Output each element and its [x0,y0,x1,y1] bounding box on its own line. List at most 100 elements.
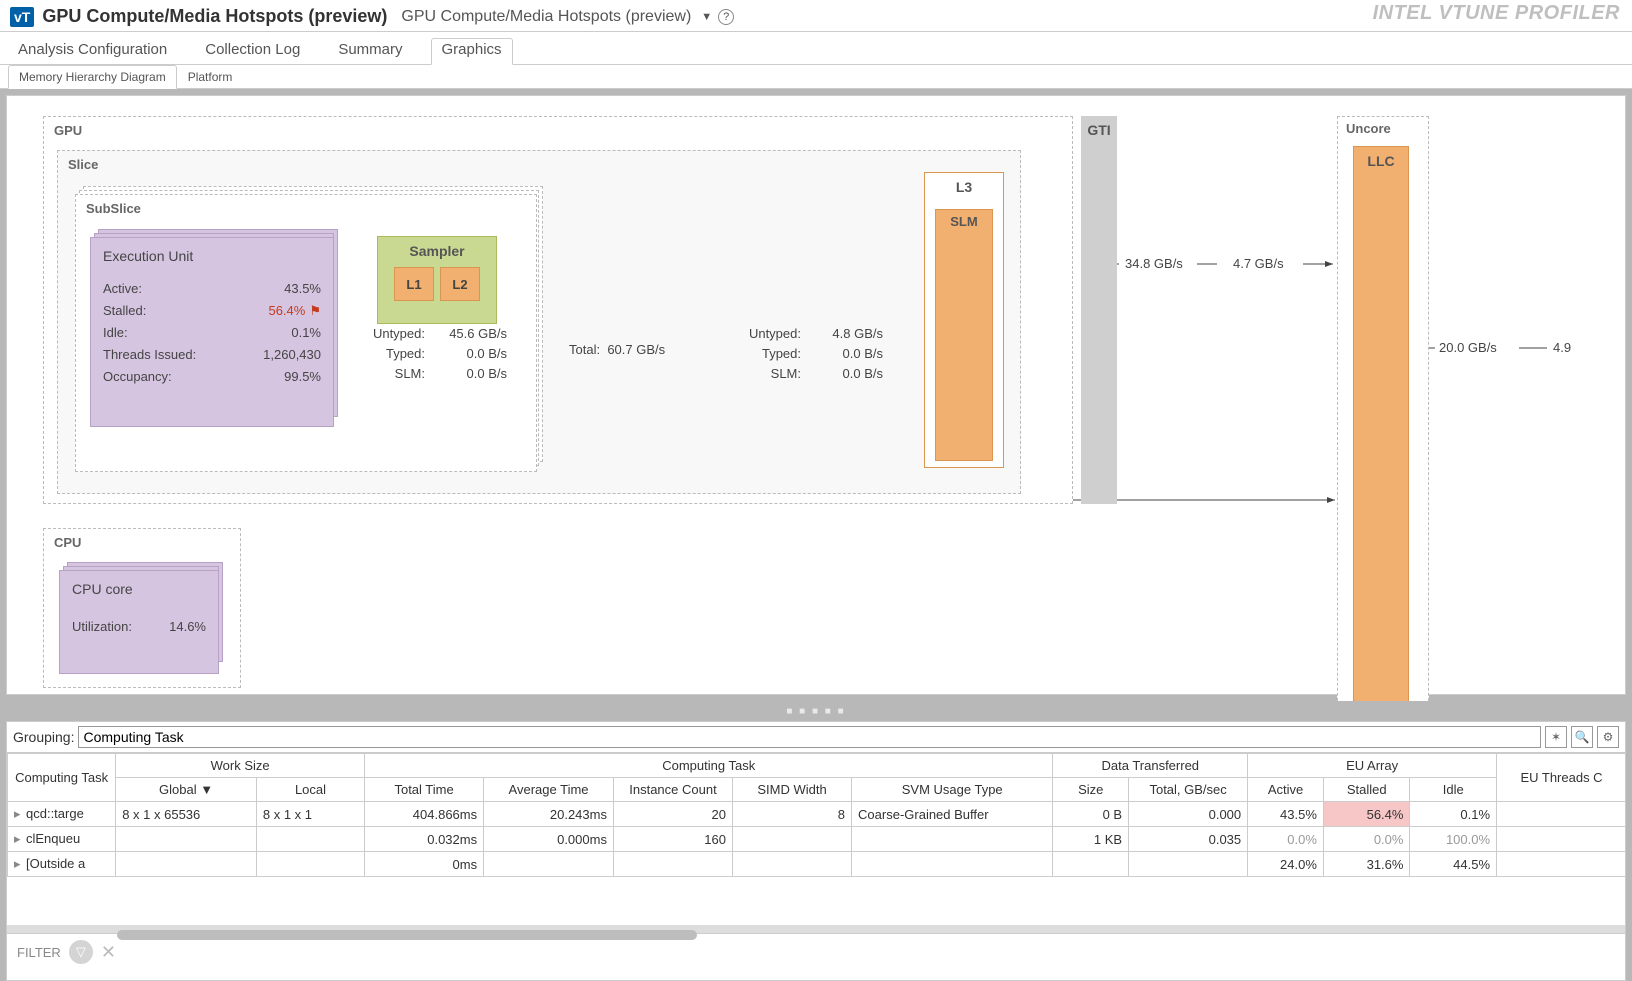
tab-summary[interactable]: Summary [328,39,412,64]
colgroup-data-transferred[interactable]: Data Transferred [1053,754,1248,778]
eu-row-active: Active: 43.5% [103,278,321,300]
cell: 8 [733,802,852,827]
col-instance-count[interactable]: Instance Count [613,778,732,802]
memory-hierarchy-diagram: GPU GTI Uncore LLC Slice L3 SLM SubSlice… [6,95,1626,695]
cell [116,827,257,852]
center-total-value: 60.7 GB/s [607,342,665,357]
cpu-util-label: Utilization: [72,619,132,634]
expand-icon[interactable]: ▸ [14,831,26,847]
eu-row-stalled: Stalled: 56.4%⚑ [103,300,321,322]
table-row[interactable]: ▸[Outside a0ms24.0%31.6%44.5% [8,852,1626,877]
cpu-util-value: 14.6% [169,619,206,634]
table-row[interactable]: ▸clEnqueu0.032ms0.000ms1601 KB0.0350.0%0… [8,827,1626,852]
cell [116,852,257,877]
cell: 8 x 1 x 1 [256,802,364,827]
eu-threads-label: Threads Issued: [103,344,196,366]
search-button[interactable]: 🔍 [1571,726,1593,748]
cell: 20.243ms [484,802,614,827]
cell [1129,852,1248,877]
cell [1053,852,1129,877]
col-active[interactable]: Active [1248,778,1324,802]
dropdown-caret-icon[interactable]: ▼ [701,11,712,23]
eu-active-value: 43.5% [284,278,321,300]
eu-title: Execution Unit [103,248,321,264]
cell: 20 [613,802,732,827]
eu-threads-value: 1,260,430 [263,344,321,366]
cell [852,852,1053,877]
cell [852,827,1053,852]
cell [484,852,614,877]
page-title: GPU Compute/Media Hotspots (preview) [42,6,387,27]
data-panel: Grouping: ✶ 🔍 ⚙ Computing Task Work Size… [6,721,1626,981]
cell: 56.4% [1323,802,1410,827]
gti-read-value: 34.8 GB/s [1125,256,1183,271]
col-gbsec[interactable]: Total, GB/sec [1129,778,1248,802]
expand-icon[interactable]: ▸ [14,856,26,872]
cell: 31.6% [1323,852,1410,877]
clear-filter-icon[interactable]: ✕ [101,942,116,963]
colgroup-eu-array[interactable]: EU Array [1248,754,1497,778]
ur-0-v: 4.8 GB/s [813,324,883,344]
data-grid[interactable]: Computing Task Work Size Computing Task … [7,753,1625,933]
grip-icon: ■ ■ ■ ■ ■ [786,706,845,717]
cell: 0.032ms [365,827,484,852]
tab-analysis-configuration[interactable]: Analysis Configuration [8,39,177,64]
eu-stalled-value: 56.4%⚑ [268,300,321,322]
col-avg-time[interactable]: Average Time [484,778,614,802]
cell [1497,802,1625,827]
colgroup-work-size[interactable]: Work Size [116,754,365,778]
col-eu-threads[interactable]: EU Threads C [1497,754,1625,802]
untyped-stats-right: Untyped:4.8 GB/s Typed:0.0 B/s SLM:0.0 B… [741,324,883,384]
col-idle[interactable]: Idle [1410,778,1497,802]
tab-graphics[interactable]: Graphics [431,38,513,65]
col-simd-width[interactable]: SIMD Width [733,778,852,802]
l3-box: L3 SLM [924,172,1006,472]
col-svm-usage[interactable]: SVM Usage Type [852,778,1053,802]
ur-2-v: 0.0 B/s [813,364,883,384]
col-local[interactable]: Local [256,778,364,802]
eu-stack: Execution Unit Active: 43.5% Stalled: 56… [90,237,334,429]
center-total-label: Total: [569,342,600,357]
col-computing-task[interactable]: Computing Task [8,754,116,802]
horizontal-scrollbar[interactable] [117,930,697,940]
col-stalled[interactable]: Stalled [1323,778,1410,802]
grouping-row: Grouping: ✶ 🔍 ⚙ [7,722,1625,753]
grouping-select[interactable] [78,726,1541,748]
gti-write-value: 4.7 GB/s [1233,256,1284,271]
eu-active-label: Active: [103,278,142,300]
header-row-2: Global ▼ Local Total Time Average Time I… [8,778,1626,802]
ul-1-v: 0.0 B/s [437,344,507,364]
eu-row-occupancy: Occupancy: 99.5% [103,366,321,388]
cell [613,852,732,877]
subtab-memory-hierarchy[interactable]: Memory Hierarchy Diagram [8,65,177,89]
uncore-label: Uncore [1338,117,1428,140]
brand-label: INTEL VTUNE PROFILER [1373,2,1620,25]
ul-1-k: Typed: [365,344,425,364]
colgroup-computing-task[interactable]: Computing Task [365,754,1053,778]
cpu-core-box: CPU core Utilization: 14.6% [59,570,219,674]
cell: 44.5% [1410,852,1497,877]
tab-collection-log[interactable]: Collection Log [195,39,310,64]
col-total-time[interactable]: Total Time [365,778,484,802]
subtab-platform[interactable]: Platform [177,65,244,88]
eu-occupancy-label: Occupancy: [103,366,172,388]
cpu-core-stack: CPU core Utilization: 14.6% [59,570,219,676]
splitter[interactable]: ■ ■ ■ ■ ■ [0,701,1632,721]
subslice-label: SubSlice [76,195,536,222]
ul-0-v: 45.6 GB/s [437,324,507,344]
help-icon[interactable]: ? [718,9,734,25]
untyped-stats-left: Untyped:45.6 GB/s Typed:0.0 B/s SLM:0.0 … [365,324,507,384]
sampler-l1: L1 [394,267,434,301]
settings-button[interactable]: ⚙ [1597,726,1619,748]
customize-grouping-button[interactable]: ✶ [1545,726,1567,748]
cell [733,827,852,852]
analysis-type-label[interactable]: GPU Compute/Media Hotspots (preview) [401,8,691,26]
col-size[interactable]: Size [1053,778,1129,802]
table-row[interactable]: ▸qcd::targe8 x 1 x 655368 x 1 x 1404.866… [8,802,1626,827]
expand-icon[interactable]: ▸ [14,806,26,822]
filter-button[interactable]: ▽ [69,940,93,964]
cell: 0.000 [1129,802,1248,827]
sampler-label: Sampler [384,243,490,259]
col-global[interactable]: Global ▼ [116,778,257,802]
cell: 0ms [365,852,484,877]
